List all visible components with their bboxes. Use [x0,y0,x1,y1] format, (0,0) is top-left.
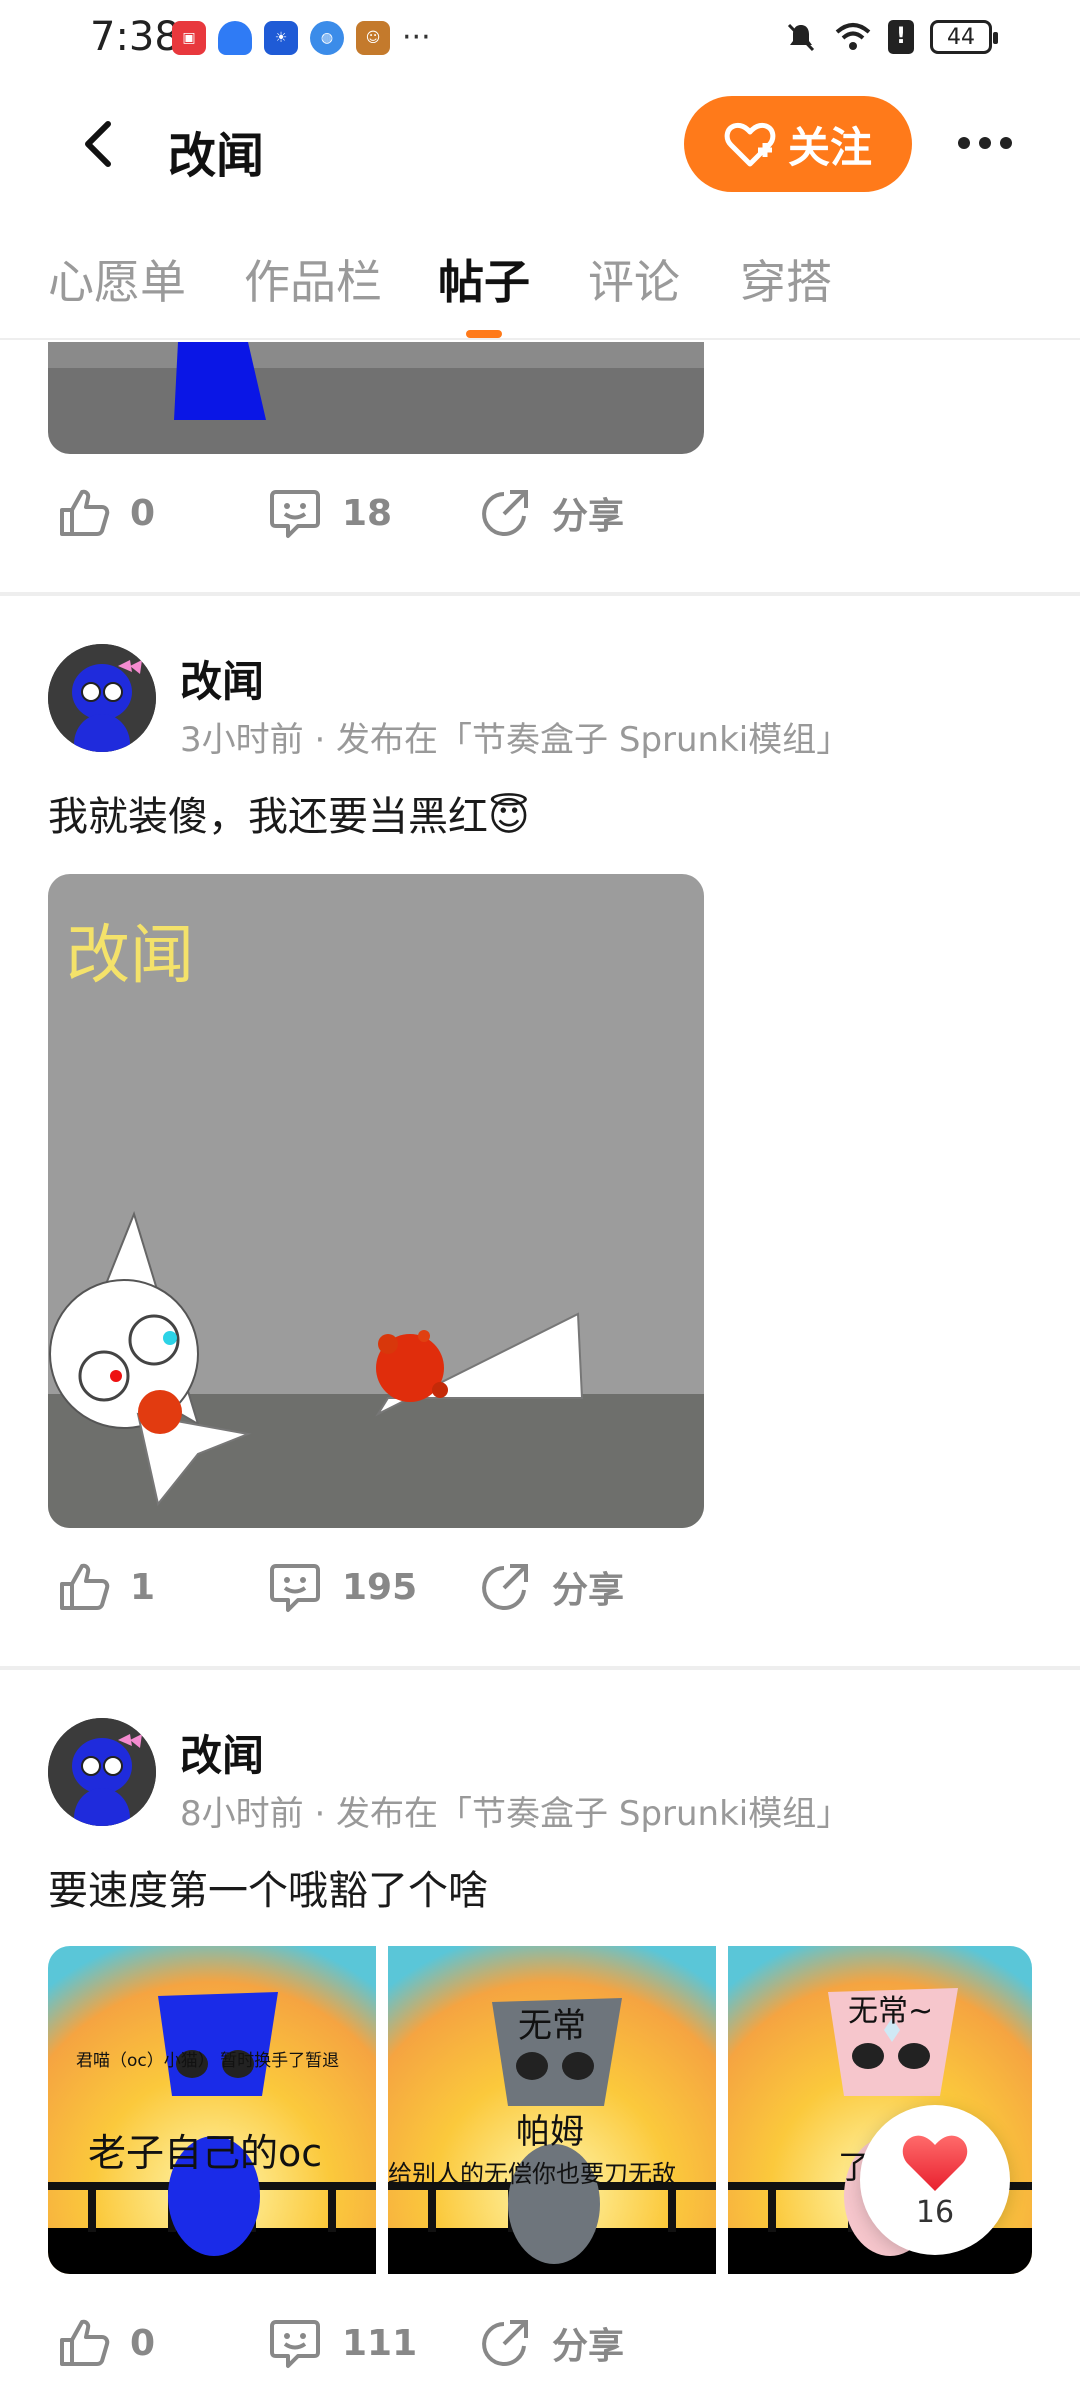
tab-works[interactable]: 作品栏 [244,246,382,312]
image-caption-top: 无常~ [848,1994,934,2029]
bulb-icon: ☀ [264,20,298,55]
comment-button[interactable]: 111 [268,2316,417,2370]
profile-header: 改闻 关注 [0,80,1080,210]
image-caption-middle: 帕姆 [516,2112,584,2152]
back-button[interactable] [70,116,126,172]
image-watermark: 改闻 [66,919,194,993]
battery-icon: 44 [930,20,998,54]
share-label: 分享 [552,496,625,537]
more-dot [979,137,991,149]
comment-count: 111 [342,2322,418,2364]
comment-button[interactable]: 18 [268,486,392,540]
post-meta: 3小时前 · 发布在「节奏盒子 Sprunki模组」 [180,720,851,760]
share-button[interactable]: 分享 [478,1560,624,1614]
thumbs-up-icon [60,2319,110,2366]
system-icons: ! 44 [784,20,998,54]
floating-like-button[interactable]: 16 [860,2105,1010,2255]
more-options-button[interactable] [950,118,1020,168]
avatar[interactable] [48,644,156,752]
post-text: 我就装傻，我还要当黑红😇 [48,794,530,840]
like-button[interactable]: 0 [56,486,155,540]
globe-icon: ◍ [310,20,344,55]
like-count: 1 [130,1566,156,1608]
profile-tabs: 心愿单 作品栏 帖子 评论 穿搭 [0,240,1080,340]
chevron-left-icon [85,121,111,167]
floating-like-count: 16 [915,2194,955,2230]
heart-icon [902,2135,968,2191]
like-count: 0 [130,2322,156,2364]
post-image[interactable]: 改闻 [48,874,704,1528]
heart-plus-icon [724,122,776,167]
comment-icon [270,490,320,538]
game-app-icon: ☺ [356,20,390,55]
post-image[interactable]: 无常 帕姆 给别人的无偿你也要刀无敌 [388,1946,716,2274]
thumbs-up-icon [60,1563,110,1610]
post-divider [0,1666,1080,1670]
post-meta: 8小时前 · 发布在「节奏盒子 Sprunki模组」 [180,1794,851,1834]
more-notifications-icon: ··· [402,20,431,55]
author-name[interactable]: 改闻 [180,648,264,709]
share-button[interactable]: 分享 [478,486,624,540]
like-count: 0 [130,492,156,534]
post-text: 要速度第一个哦豁了个啥 [48,1868,488,1914]
avatar[interactable] [48,1718,156,1826]
image-caption-top: 无常 [518,2006,586,2046]
share-icon [482,1564,528,1610]
share-button[interactable]: 分享 [478,2316,624,2370]
like-button[interactable]: 1 [56,1560,155,1614]
comment-count: 18 [342,492,393,534]
post-actions: 1 195 分享 [0,1560,1080,1640]
comment-icon [270,1564,320,1612]
comment-button[interactable]: 195 [268,1560,417,1614]
avatar-art [48,1718,156,1826]
tab-posts[interactable]: 帖子 [438,246,530,312]
more-dot [958,137,970,149]
thumbs-up-icon [60,489,110,536]
page-title: 改闻 [168,128,265,184]
post-image-art [48,1946,376,2274]
tab-comments[interactable]: 评论 [588,246,680,312]
shield-icon [218,20,252,55]
notification-icons: ▣ ☀ ◍ ☺ ··· [172,20,431,55]
huawei-app-icon: ▣ [172,20,206,55]
like-button[interactable]: 0 [56,2316,155,2370]
share-icon [482,2320,528,2366]
comment-count: 195 [342,1566,418,1608]
follow-button[interactable]: 关注 [684,96,912,192]
status-time: 7:38 [90,14,180,60]
active-tab-indicator [466,330,502,338]
share-label: 分享 [552,2326,625,2367]
wifi-icon [835,23,871,50]
tab-wishlist[interactable]: 心愿单 [48,246,186,312]
image-caption-bottom: 给别人的无偿你也要刀无敌 [388,2160,676,2188]
follow-label: 关注 [787,122,872,172]
author-name[interactable]: 改闻 [180,1722,264,1783]
share-icon [482,490,528,536]
share-label: 分享 [552,1570,625,1611]
post-actions: 0 18 分享 [0,486,1080,566]
image-caption-bottom: 老子自己的oc [88,2131,323,2175]
post-image[interactable] [48,342,704,454]
post-image[interactable]: 君喵（oc）小猫） 暂时换手了暂退 老子自己的oc [48,1946,376,2274]
mute-bell-icon [787,23,815,52]
alert-icon: ! [888,20,914,54]
post-divider [0,592,1080,596]
comment-icon [270,2320,320,2368]
image-caption-top: 君喵（oc）小猫） 暂时换手了暂退 [76,2051,340,2071]
avatar-art [48,644,156,752]
post-actions: 0 111 分享 [0,2316,1080,2396]
status-bar: 7:38 ▣ ☀ ◍ ☺ ··· ! 44 [0,0,1080,80]
tab-outfits[interactable]: 穿搭 [740,246,832,312]
more-dot [1000,137,1012,149]
post-image-art [48,342,704,454]
